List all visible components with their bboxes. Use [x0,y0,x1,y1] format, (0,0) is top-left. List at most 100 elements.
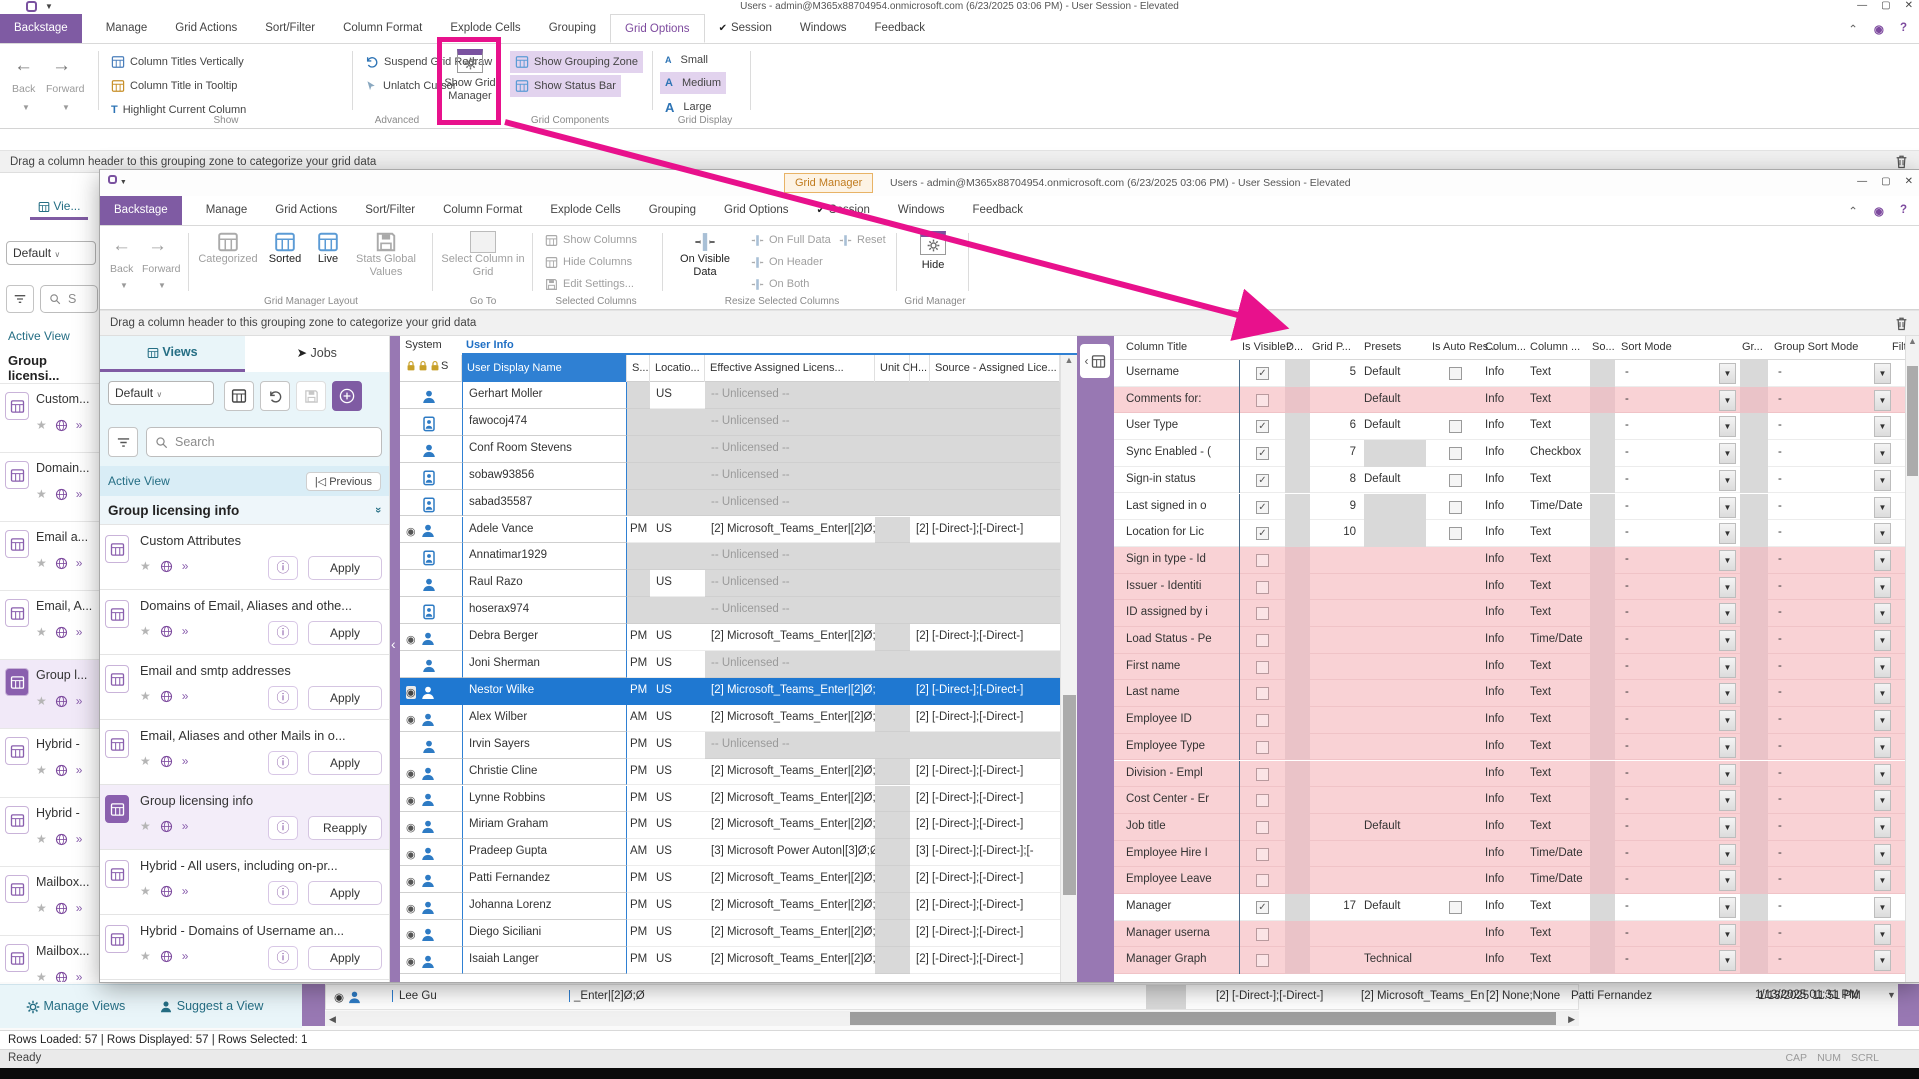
view-list-item[interactable]: Custom Attributes ★ » ⓘ Apply [100,524,390,589]
reveal-icon[interactable]: ◉ [1874,204,1884,225]
mgr-header-column-title[interactable]: Column Title [1126,341,1187,353]
preset-cell[interactable] [1360,574,1430,601]
forward-dropdown-icon[interactable]: ▼ [62,103,70,112]
table-row[interactable]: ◉ Pradeep Gupta AM US [3] Microsoft Powe… [400,839,1077,866]
auto-resize-checkbox[interactable] [1449,901,1462,914]
horizontal-scrollbar[interactable]: ◀▶ [325,1011,1579,1026]
user-display-name-cell[interactable]: Raul Razo [462,570,627,597]
view-list-item[interactable]: Domains of Email, Aliases and othe... ★ … [100,589,390,654]
user-display-name-cell[interactable]: Patti Fernandez [462,866,627,893]
group-sort-mode-dropdown[interactable]: ▼ [1874,416,1891,437]
preset-cell[interactable] [1360,680,1430,707]
tab-windows[interactable]: Windows [884,196,959,225]
table-row[interactable]: ◉ Johanna Lorenz PM US [2] Microsoft_Tea… [400,893,1077,920]
user-display-name-cell[interactable]: Christie Cline [462,759,627,786]
column-header-effective-licenses[interactable]: Effective Assigned Licens... [705,355,875,382]
help-icon[interactable]: ? [1900,204,1907,225]
star-icon[interactable]: ★ [36,556,47,570]
group-sort-mode-dropdown[interactable]: ▼ [1874,683,1891,704]
group-sort-mode-dropdown[interactable]: ▼ [1874,950,1891,971]
star-icon[interactable]: ★ [140,949,151,963]
table-row[interactable]: Gerhart Moller US -- Unlicensed -- [400,382,1077,409]
manager-row[interactable]: ID assigned by i Info Text -▼ -▼ [1114,600,1905,627]
star-icon[interactable]: ★ [140,689,151,703]
manager-column-title[interactable]: Load Status - Pe [1114,627,1240,654]
view-list-item[interactable]: Email and smtp addresses ★ » ⓘ Apply [100,654,390,719]
user-display-name-cell[interactable]: fawocoj474 [462,409,627,436]
maximize-icon[interactable]: ▢ [1881,0,1890,11]
manager-row[interactable]: Employee Type Info Text -▼ -▼ [1114,734,1905,761]
group-sort-mode-dropdown[interactable]: ▼ [1874,737,1891,758]
is-visible-checkbox[interactable] [1256,874,1269,887]
categorized-button[interactable]: Categorized [196,231,260,266]
is-visible-checkbox[interactable] [1256,661,1269,674]
preset-cell[interactable]: Default [1360,360,1430,387]
undo-view-button[interactable] [260,381,290,411]
select-column-in-grid-button[interactable]: Select Column in Grid [440,231,526,279]
tab-jobs[interactable]: ➤ Jobs [245,336,390,372]
close-icon[interactable]: ✕ [1905,0,1913,11]
on-full-data-button[interactable]: On Full Data [746,229,836,251]
star-icon[interactable]: ★ [36,763,47,777]
manager-column-title[interactable]: Manager userna [1114,921,1240,948]
sidebar-item[interactable]: Hybrid - ★ » [0,728,100,797]
user-display-name-cell[interactable]: Nestor Wilke [462,678,627,705]
tab-session[interactable]: ✔Session [705,14,786,43]
filter-views-button[interactable] [108,427,138,457]
manager-row[interactable]: Location for Lic 10 Info Text -▼ -▼ [1114,520,1905,547]
hide-columns-button[interactable]: Hide Columns [540,251,637,273]
preset-cell[interactable] [1360,761,1430,788]
is-visible-checkbox[interactable] [1256,554,1269,567]
preset-cell[interactable] [1360,440,1430,467]
user-display-name-cell[interactable]: Isaiah Langer [462,947,627,974]
manager-row[interactable]: Division - Empl Info Text -▼ -▼ [1114,761,1905,788]
outer-filter-button[interactable] [6,285,34,313]
sort-mode-dropdown[interactable]: ▼ [1719,523,1736,544]
manager-column-title[interactable]: Last name [1114,680,1240,707]
sidebar-item[interactable]: Mailbox... ★ » [0,866,100,935]
preset-cell[interactable]: Default [1360,413,1430,440]
tab-column-format[interactable]: Column Format [429,196,536,225]
table-row[interactable]: Raul Razo US -- Unlicensed -- [400,570,1077,597]
group-sort-mode-dropdown[interactable]: ▼ [1874,603,1891,624]
reveal-icon[interactable]: ◉ [1874,22,1884,43]
table-row[interactable]: ◉ Debra Berger PM US [2] Microsoft_Teams… [400,624,1077,651]
table-row[interactable]: Irvin Sayers PM US -- Unlicensed -- [400,732,1077,759]
mgr-header-so[interactable]: So... [1592,341,1615,353]
is-visible-checkbox[interactable] [1256,954,1269,967]
is-visible-checkbox[interactable] [1256,527,1269,540]
sort-mode-dropdown[interactable]: ▼ [1719,790,1736,811]
preset-cell[interactable] [1360,787,1430,814]
mgr-header-gr[interactable]: Gr... [1742,341,1763,353]
sidebar-item[interactable]: Email, A... ★ » [0,590,100,659]
compare-views-button[interactable] [224,381,254,411]
auto-resize-checkbox[interactable] [1449,447,1462,460]
on-header-button[interactable]: On Header [746,251,828,273]
column-titles-vertically-button[interactable]: Column Titles Vertically [106,51,249,73]
edit-settings-button[interactable]: Edit Settings... [540,273,639,295]
manager-column-title[interactable]: Issuer - Identiti [1114,574,1240,601]
back-dropdown-icon[interactable]: ▼ [22,103,30,112]
tab-feedback[interactable]: Feedback [959,196,1038,225]
manager-column-title[interactable]: Employee Type [1114,734,1240,761]
group-sort-mode-dropdown[interactable]: ▼ [1874,363,1891,384]
manager-row[interactable]: Manager userna Info Text -▼ -▼ [1114,921,1905,948]
table-row[interactable]: ◉ Patti Fernandez PM US [2] Microsoft_Te… [400,866,1077,893]
sort-mode-dropdown[interactable]: ▼ [1719,657,1736,678]
table-row[interactable]: ◉ Miriam Graham PM US [2] Microsoft_Team… [400,812,1077,839]
apply-view-button[interactable]: Apply [308,751,382,775]
manager-row[interactable]: Sign in type - Id Info Text -▼ -▼ [1114,547,1905,574]
user-display-name-cell[interactable]: Lynne Robbins [462,786,627,813]
user-display-name-cell[interactable]: Alex Wilber [462,705,627,732]
tab-session[interactable]: ✔Session [803,196,884,225]
preset-cell[interactable] [1360,627,1430,654]
manager-row[interactable]: User Type 6 Default Info Text -▼ -▼ [1114,413,1905,440]
column-header-location[interactable]: Locatio... [650,355,705,382]
group-sort-mode-dropdown[interactable]: ▼ [1874,790,1891,811]
preset-cell[interactable] [1360,734,1430,761]
apply-view-button[interactable]: Apply [308,621,382,645]
trash-icon[interactable] [1894,316,1909,331]
mgr-header-column-type[interactable]: Column ... [1530,341,1580,353]
sort-mode-dropdown[interactable]: ▼ [1719,710,1736,731]
group-sort-mode-dropdown[interactable]: ▼ [1874,390,1891,411]
